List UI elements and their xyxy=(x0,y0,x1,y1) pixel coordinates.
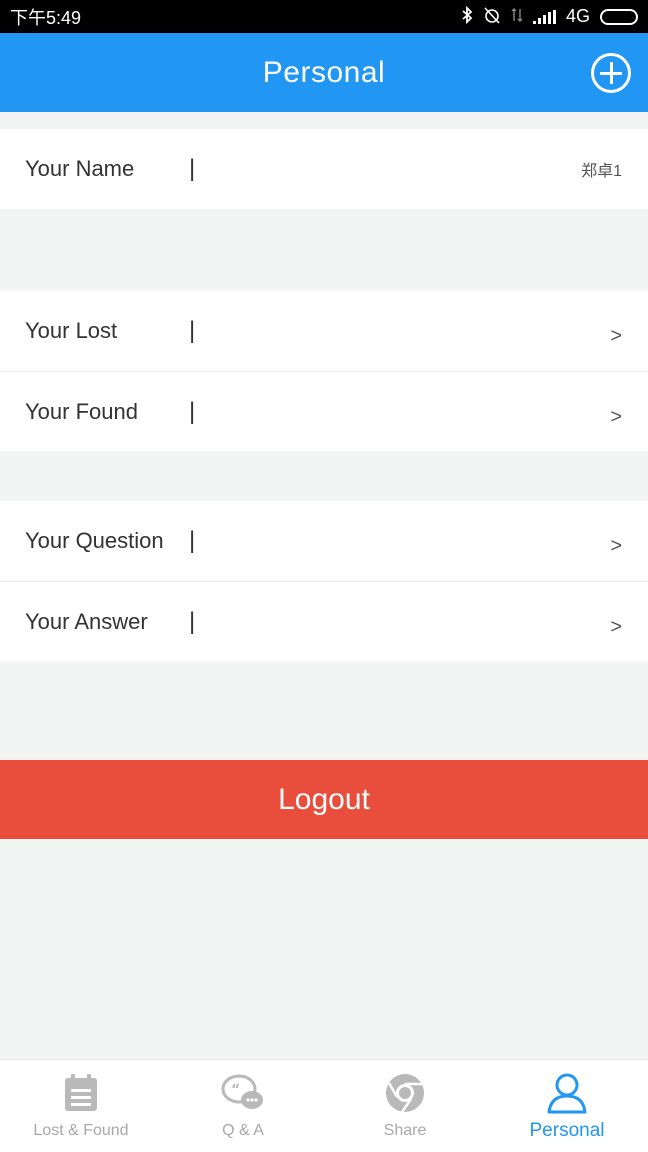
add-button[interactable] xyxy=(591,53,631,93)
lost-row[interactable]: Your Lost | > xyxy=(0,291,648,371)
tab-qa[interactable]: “ Q & A xyxy=(162,1060,324,1152)
bottom-nav: Lost & Found “ Q & A Share Personal xyxy=(0,1059,648,1152)
lost-separator: | xyxy=(189,317,196,344)
answer-label: Your Answer xyxy=(25,608,148,634)
found-label: Your Found xyxy=(25,398,138,424)
person-icon xyxy=(545,1072,589,1114)
logout-button[interactable]: Logout xyxy=(0,760,648,839)
answer-separator: | xyxy=(189,607,196,635)
chat-bubbles-icon: “ xyxy=(221,1072,265,1114)
tab-label: Lost & Found xyxy=(33,1122,129,1139)
alarm-off-icon xyxy=(483,6,501,28)
name-value: 郑卓1 xyxy=(581,163,622,180)
tab-share[interactable]: Share xyxy=(324,1060,486,1152)
tab-lost-found[interactable]: Lost & Found xyxy=(0,1060,162,1152)
question-separator: | xyxy=(189,527,196,554)
found-separator: | xyxy=(189,397,196,425)
tab-label: Share xyxy=(383,1122,427,1139)
status-icons: 4G xyxy=(461,5,638,28)
name-separator: | xyxy=(189,155,196,182)
app-header: Personal xyxy=(0,33,648,112)
name-row[interactable]: Your Name | 郑卓1 xyxy=(0,129,648,209)
tab-label: Q & A xyxy=(222,1122,264,1139)
page-title: Personal xyxy=(262,55,386,89)
answer-row[interactable]: Your Answer | > xyxy=(0,582,648,661)
found-row[interactable]: Your Found | > xyxy=(0,372,648,451)
question-label: Your Question xyxy=(25,528,164,553)
chrome-icon xyxy=(383,1072,427,1114)
name-label: Your Name xyxy=(25,156,135,181)
chevron-right-icon: > xyxy=(610,535,622,557)
chevron-right-icon: > xyxy=(610,616,622,638)
battery-icon xyxy=(600,8,638,25)
tab-personal[interactable]: Personal xyxy=(486,1060,648,1152)
lost-label: Your Lost xyxy=(25,318,118,343)
calendar-list-icon xyxy=(59,1072,103,1114)
signal-icon xyxy=(532,9,556,24)
tab-label: Personal xyxy=(529,1120,605,1141)
status-time: 下午5:49 xyxy=(10,7,82,28)
network-type: 4G xyxy=(565,6,590,26)
bluetooth-icon xyxy=(461,5,473,28)
data-transfer-icon xyxy=(511,7,523,27)
chevron-right-icon: > xyxy=(610,406,622,428)
question-row[interactable]: Your Question | > xyxy=(0,501,648,581)
status-bar: 下午5:49 4G xyxy=(0,0,648,33)
chevron-right-icon: > xyxy=(610,325,622,347)
svg-text:“: “ xyxy=(231,1082,240,1098)
